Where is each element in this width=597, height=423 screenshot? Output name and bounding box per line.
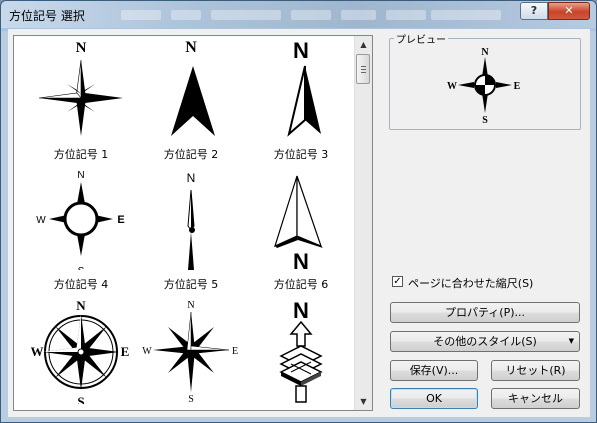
compass-star-icon: N: [38, 40, 123, 136]
north-letter: N: [187, 300, 194, 311]
item-label: 方位記号 3: [273, 148, 329, 161]
help-button[interactable]: ?: [520, 2, 548, 20]
north-arrow-icon: N: [274, 175, 323, 270]
preview-east: E: [514, 81, 521, 92]
west-letter: W: [36, 215, 46, 226]
north-letter: N: [185, 39, 197, 56]
other-styles-button[interactable]: その他のスタイル(S) ▼: [390, 331, 580, 352]
north-letter: N: [187, 171, 196, 185]
list-item[interactable]: N 方位記号 3: [246, 38, 356, 166]
fit-page-label: ページに合わせた縮尺(S): [408, 277, 534, 290]
background-blur: [386, 10, 426, 20]
window-title: 方位記号 選択: [9, 9, 85, 23]
properties-button[interactable]: プロパティ(P)...: [390, 302, 580, 323]
south-letter: S: [78, 266, 85, 270]
north-symbol-list[interactable]: N 方位記号 1 N 方位記号 2 N 方位記号 3 N W E 方位記号 4 …: [13, 35, 373, 411]
title-bar[interactable]: 方位記号 選択 ? ✕: [1, 1, 596, 28]
north-letter: N: [293, 298, 309, 323]
background-blur: [121, 10, 161, 20]
scroll-thumb[interactable]: [356, 54, 370, 84]
compass-circle-icon: N W E S: [36, 170, 124, 270]
item-label: 方位記号 4: [53, 278, 109, 291]
list-item[interactable]: N W E S: [26, 298, 136, 410]
east-letter: E: [117, 214, 124, 226]
north-letter: N: [76, 298, 86, 313]
list-item[interactable]: N 方位記号 5: [136, 166, 246, 291]
chevron-down-icon: ▼: [568, 337, 574, 345]
other-styles-label: その他のスタイル(S): [433, 335, 537, 348]
scroll-up-arrow[interactable]: ▲: [355, 36, 372, 53]
south-letter: S: [77, 394, 84, 404]
preview-pane: N S W E: [392, 43, 578, 127]
north-letter: N: [293, 249, 309, 270]
scroll-down-arrow[interactable]: ▼: [355, 393, 372, 410]
background-blur: [431, 10, 501, 20]
list-scrollbar[interactable]: ▲ ▼: [354, 36, 372, 410]
list-item[interactable]: N W E S: [136, 298, 246, 410]
item-label: 方位記号 6: [273, 278, 329, 291]
background-blur: [171, 10, 201, 20]
compass-rose-icon: N W E S: [31, 298, 130, 404]
north-arrow-3d-icon: N: [279, 298, 323, 403]
needle-arrow-icon: N: [187, 171, 196, 270]
preview-west: W: [447, 81, 457, 92]
north-letter: N: [293, 38, 309, 63]
background-blur: [341, 10, 376, 20]
north-arrow-icon: N: [171, 39, 215, 136]
compass-preview-icon: N S W E: [447, 47, 521, 126]
list-item[interactable]: N W E S 方位記号 4: [26, 166, 136, 291]
south-letter: S: [188, 394, 194, 404]
checkbox-box[interactable]: ✓: [392, 276, 403, 287]
background-blur: [291, 10, 331, 20]
preview-north: N: [481, 47, 489, 58]
list-item[interactable]: N: [246, 298, 356, 410]
reset-button[interactable]: リセット(R): [491, 360, 580, 381]
east-letter: E: [232, 346, 238, 357]
ok-button[interactable]: OK: [390, 388, 478, 409]
west-letter: W: [142, 346, 152, 357]
west-letter: W: [31, 344, 44, 359]
item-label: 方位記号 2: [163, 148, 219, 161]
compass-star-icon: N W E S: [142, 300, 238, 404]
item-label: 方位記号 5: [163, 278, 219, 291]
north-arrow-icon: N: [287, 38, 321, 137]
cancel-button[interactable]: キャンセル: [491, 388, 580, 409]
north-letter: N: [76, 40, 87, 56]
list-item[interactable]: N 方位記号 6: [246, 166, 356, 291]
list-item[interactable]: N 方位記号 2: [136, 38, 246, 166]
save-button[interactable]: 保存(V)...: [390, 360, 478, 381]
north-letter: N: [77, 170, 84, 181]
item-label: 方位記号 1: [53, 148, 109, 161]
list-item[interactable]: N 方位記号 1: [26, 38, 136, 166]
background-blur: [211, 10, 281, 20]
close-button[interactable]: ✕: [548, 2, 590, 20]
preview-south: S: [482, 115, 488, 126]
east-letter: E: [121, 344, 130, 359]
